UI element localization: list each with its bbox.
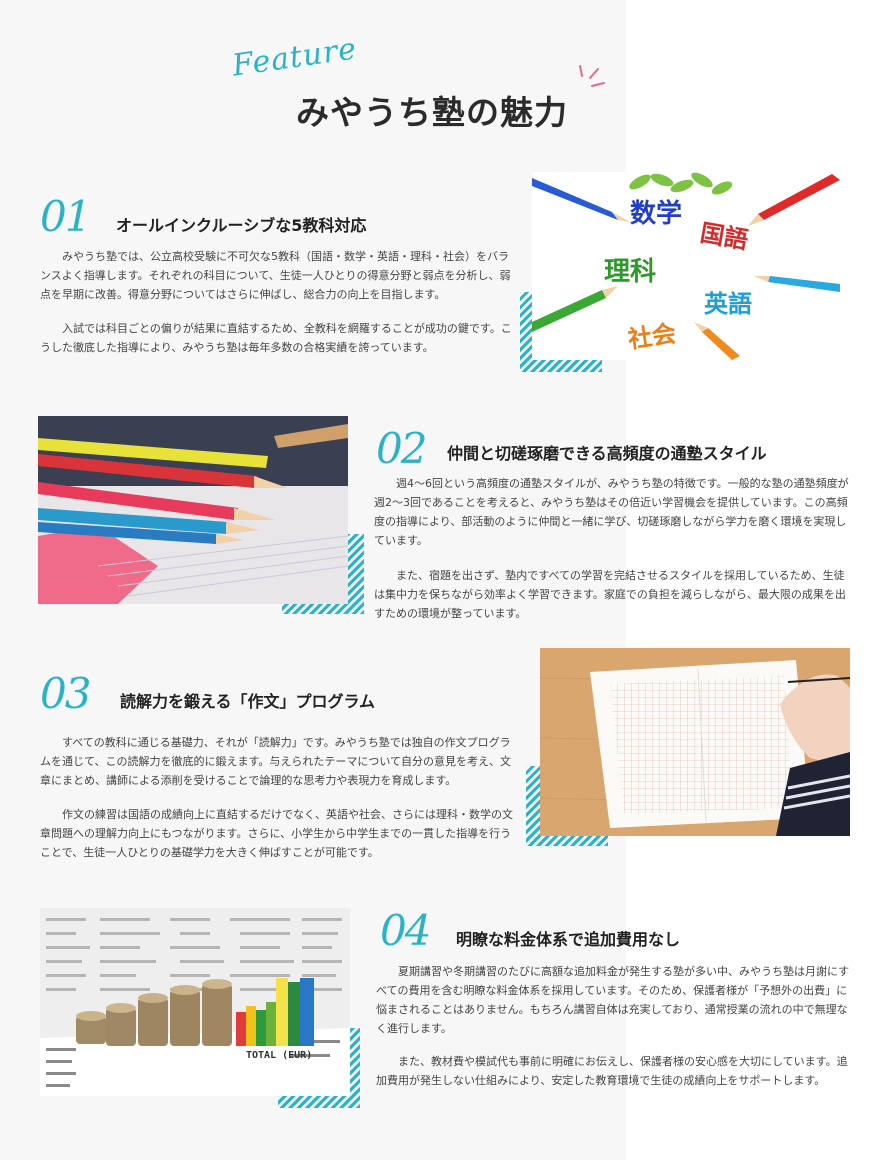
coins-books-image: TOTAL (EUR) [40,908,350,1096]
section-number-03: 03 [40,669,91,718]
section-title-01: オールインクルーシブな5教科対応 [116,216,367,235]
section-03-paragraph-2: 作文の練習は国語の成績向上に直結するだけでなく、英語や社会、さらには理科・数学の… [40,808,513,859]
section-04-paragraph-1: 夏期講習や冬期講習のたびに高額な追加料金が発生する塾が多い中、みやうち塾は月謝に… [376,965,850,1035]
image-word-math: 数学 [630,198,682,229]
section-number-04: 04 [380,906,431,955]
section-01-paragraph-2: 入試では科目ごとの偏りが結果に直結するため、全教科を網羅することが成功の鍵です。… [40,322,512,354]
section-02-paragraph-1: 週4～6回という高頻度の通塾スタイルが、みやうち塾の特徴です。一般的な塾の通塾頻… [374,477,849,547]
section-01-paragraph-1: みやうち塾では、公立高校受験に不可欠な5教科（国語・数学・英語・理科・社会）をバ… [40,250,511,301]
writing-essay-image [540,648,850,836]
section-title-04: 明瞭な料金体系で追加費用なし [456,930,681,949]
image-word-science: 理科 [604,257,656,287]
subjects-image: 数学 国語 理科 英語 社会 [532,172,840,360]
section-03-paragraph-1: すべての教科に通じる基礎力、それが「読解力」です。みやうち塾では独自の作文プログ… [40,736,512,787]
sparkle-icon [579,65,605,87]
pencils-notebook-image [38,416,348,604]
section-04-paragraph-2: また、教材費や模試代も事前に明確にお伝えし、保護者様の安心感を大切にしています。… [376,1055,848,1087]
section-title-02: 仲間と切磋琢磨できる高頻度の通塾スタイル [447,444,767,463]
section-02-paragraph-2: また、宿題を出さず、塾内ですべての学習を完結させるスタイルを採用しているため、生… [374,569,846,620]
image-word-japanese: 国語 [698,219,750,255]
image-word-social: 社会 [626,319,677,353]
section-number-02: 02 [376,424,427,473]
section-number-01: 01 [40,192,91,241]
essay-paper-illustration [540,648,850,836]
coins-books-illustration: TOTAL (EUR) [40,908,350,1096]
colored-pencils-illustration: 数学 国語 理科 英語 社会 [532,172,840,360]
image-word-english: 英語 [704,290,752,318]
pencils-photo-illustration [38,416,348,604]
section-title-03: 読解力を鍛える「作文」プログラム [120,692,376,711]
page-title: みやうち塾の魅力 [296,93,568,132]
image-word-total: TOTAL (EUR) [246,1050,312,1061]
